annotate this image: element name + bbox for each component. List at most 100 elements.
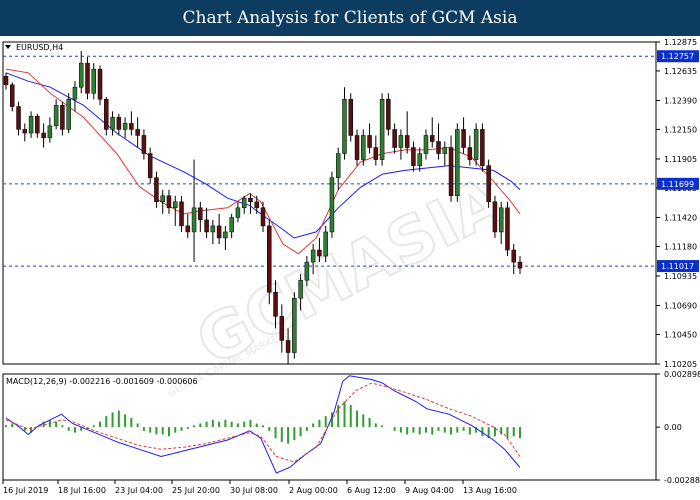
candle-body xyxy=(16,106,21,130)
candle xyxy=(292,292,297,359)
candle-body xyxy=(348,99,354,136)
macd-axis-label: 0.00 xyxy=(664,423,682,432)
candle xyxy=(492,195,498,238)
candle-body xyxy=(354,135,360,160)
price-axis-label: 1.10205 xyxy=(664,360,697,369)
candle-body xyxy=(292,298,297,353)
candle-body xyxy=(179,201,184,227)
candle xyxy=(455,123,460,202)
candle-body xyxy=(241,197,247,209)
candle-body xyxy=(223,231,228,239)
candle-body xyxy=(511,249,516,263)
price-axis-label: 1.11905 xyxy=(664,155,697,164)
candle-body xyxy=(267,225,272,293)
candle xyxy=(505,201,510,257)
candle-body xyxy=(110,117,115,130)
price-axis-label: 1.10935 xyxy=(664,272,697,281)
candle-body xyxy=(260,207,266,227)
candle-body xyxy=(486,165,491,203)
candle-body xyxy=(461,129,466,148)
candle xyxy=(386,93,391,136)
candle xyxy=(348,93,354,142)
candle xyxy=(66,93,71,134)
candle-body xyxy=(122,123,128,130)
candle-body xyxy=(141,135,147,154)
candle-body xyxy=(342,99,347,154)
candle-body xyxy=(172,201,178,209)
candle-body xyxy=(373,147,379,160)
time-axis-label: 6 Aug 12:00 xyxy=(347,486,396,495)
candle-body xyxy=(492,201,498,233)
candle xyxy=(85,57,90,100)
level-price-label: 1.11017 xyxy=(661,262,694,271)
candle-body xyxy=(323,231,328,257)
candle-body xyxy=(129,123,134,130)
candle-body xyxy=(47,125,53,139)
candle-body xyxy=(480,129,485,166)
candle-body xyxy=(10,84,15,107)
candle-body xyxy=(72,86,78,100)
price-axis-label: 1.10690 xyxy=(664,302,697,311)
time-axis-label: 9 Aug 04:00 xyxy=(405,486,454,495)
candle-body xyxy=(160,195,165,203)
level-price-label: 1.11699 xyxy=(661,180,694,189)
candle-body xyxy=(505,207,510,251)
candle-body xyxy=(3,76,9,86)
candle-body xyxy=(78,62,84,88)
candle-body xyxy=(116,117,122,130)
level-price-label: 1.12757 xyxy=(661,52,694,61)
price-axis-label: 1.11180 xyxy=(664,242,697,251)
price-axis-label: 1.12150 xyxy=(664,125,697,134)
candle xyxy=(329,171,335,238)
candle-body xyxy=(442,147,448,154)
candle-body xyxy=(185,225,191,233)
price-axis-label: 1.12390 xyxy=(664,96,697,105)
candle-body xyxy=(448,147,454,197)
candle-body xyxy=(329,177,335,233)
candle-body xyxy=(41,132,46,139)
chart-banner-title: Chart Analysis for Clients of GCM Asia xyxy=(0,0,700,36)
candle-body xyxy=(411,147,416,166)
candle-body xyxy=(455,129,460,197)
time-axis-label: 30 Jul 08:00 xyxy=(230,486,278,495)
candle-body xyxy=(198,207,203,221)
candle-body xyxy=(97,68,103,100)
candle-body xyxy=(285,340,291,353)
macd-axis-label: -0.002882 xyxy=(664,476,700,485)
time-axis-label: 23 Jul 04:00 xyxy=(115,486,163,495)
candle-body xyxy=(254,201,259,209)
candle-body xyxy=(473,129,479,160)
candle-body xyxy=(273,291,278,317)
candle-body xyxy=(28,115,34,134)
candle-body xyxy=(248,197,253,203)
candle-body xyxy=(386,99,391,130)
price-chart-title: EURUSD,H4 xyxy=(16,43,63,52)
candle-body xyxy=(417,153,422,166)
candle-body xyxy=(335,153,341,178)
candle-body xyxy=(104,99,109,130)
candle xyxy=(267,219,272,305)
price-axis-label: 1.10450 xyxy=(664,330,697,339)
candle-body xyxy=(398,135,404,148)
candle-body xyxy=(22,129,28,134)
candle-body xyxy=(191,207,197,233)
time-axis-label: 13 Aug 16:00 xyxy=(463,486,517,495)
candle-body xyxy=(404,135,410,148)
candle xyxy=(486,159,491,208)
candle-body xyxy=(436,141,441,154)
candle-body xyxy=(279,316,285,341)
time-axis-label: 18 Jul 16:00 xyxy=(58,486,106,495)
candle-body xyxy=(517,261,523,269)
candle-body xyxy=(317,249,322,257)
candle-body xyxy=(229,217,234,233)
price-axis-label: 1.12635 xyxy=(664,67,697,76)
candle-body xyxy=(423,135,429,154)
candle-body xyxy=(304,261,310,281)
candle-body xyxy=(367,135,372,148)
candle-body xyxy=(91,68,97,94)
candle-body xyxy=(166,195,172,209)
time-axis-label: 25 Jul 20:00 xyxy=(172,486,220,495)
candle-body xyxy=(204,219,209,233)
candle xyxy=(473,123,479,166)
candle-body xyxy=(60,105,65,130)
